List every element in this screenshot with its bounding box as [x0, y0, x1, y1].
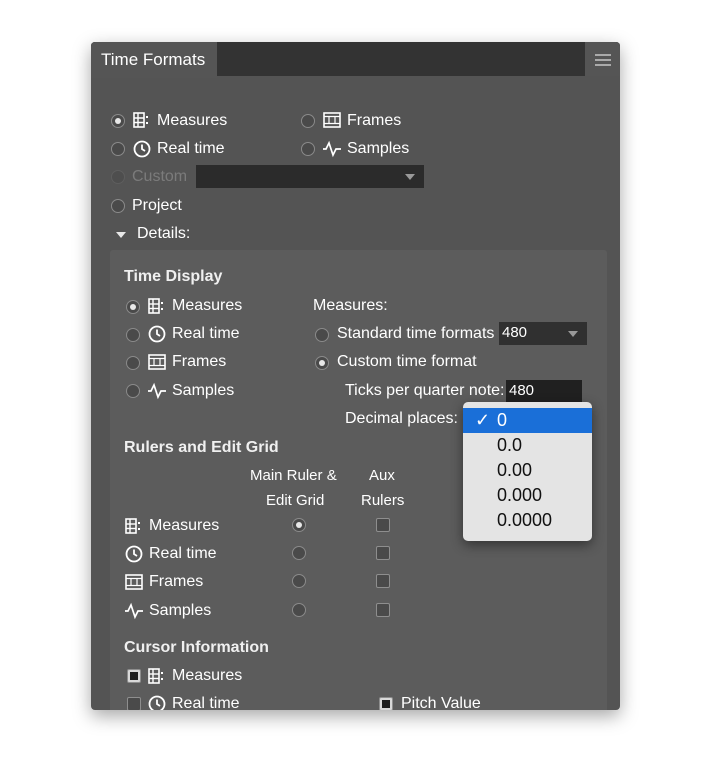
- cursor-info-heading: Cursor Information: [124, 639, 269, 656]
- td-label-frames: Frames: [172, 353, 227, 370]
- measures-icon: [125, 517, 143, 535]
- ruler-aux-realtime-checkbox[interactable]: [376, 546, 390, 560]
- measures-icon: [133, 111, 151, 129]
- ruler-main-measures-radio[interactable]: [292, 518, 306, 532]
- decimal-option-0[interactable]: ✓ 0: [463, 408, 592, 433]
- decimal-option-label: 0: [497, 410, 508, 430]
- samples-wave-icon: [147, 382, 166, 400]
- rulers-heading: Rulers and Edit Grid: [124, 439, 279, 456]
- cursor-realtime-checkbox[interactable]: [127, 697, 141, 710]
- label-frames: Frames: [347, 112, 402, 129]
- td-label-measures: Measures: [172, 297, 243, 314]
- aux-header-2: Rulers: [361, 492, 405, 509]
- label-project: Project: [132, 197, 182, 214]
- radio-project[interactable]: [111, 199, 125, 213]
- td-label-samples: Samples: [172, 382, 235, 399]
- td-radio-samples[interactable]: [126, 384, 140, 398]
- main-ruler-header-2: Edit Grid: [266, 492, 325, 509]
- td-radio-measures[interactable]: [126, 300, 140, 314]
- decimal-option-label: 0.000: [497, 485, 543, 505]
- ruler-main-realtime-radio[interactable]: [292, 546, 306, 560]
- main-ruler-header-1: Main Ruler &: [250, 467, 337, 484]
- cursor-pitch-label: Pitch Value: [401, 695, 481, 710]
- decimal-option-label: 0.0: [497, 435, 523, 455]
- checkmark-icon: ✓: [475, 410, 491, 430]
- clock-icon: [133, 140, 151, 158]
- ruler-aux-frames-checkbox[interactable]: [376, 574, 390, 588]
- decimal-option-1[interactable]: 0.0: [463, 433, 592, 458]
- decimal-places-label: Decimal places:: [345, 410, 458, 427]
- chevron-down-icon: [405, 174, 415, 180]
- time-display-heading: Time Display: [124, 268, 223, 285]
- label-measures: Measures: [157, 112, 228, 129]
- clock-icon: [148, 695, 166, 710]
- radio-realtime[interactable]: [111, 142, 125, 156]
- frames-icon: [148, 353, 166, 371]
- label-realtime: Real time: [157, 140, 225, 157]
- measures-icon: [148, 667, 166, 685]
- hamburger-menu-icon[interactable]: [595, 54, 611, 66]
- ruler-label-measures: Measures: [149, 517, 220, 534]
- custom-format-label: Custom time format: [337, 353, 477, 370]
- clock-icon: [148, 325, 166, 343]
- ruler-label-frames: Frames: [149, 573, 204, 590]
- samples-wave-icon: [124, 602, 143, 620]
- cursor-measures-label: Measures: [172, 667, 243, 684]
- measures-heading: Measures:: [313, 297, 388, 314]
- decimal-option-4[interactable]: 0.0000: [463, 508, 592, 533]
- standard-formats-value: 480: [502, 324, 528, 341]
- label-samples: Samples: [347, 140, 410, 157]
- decimal-option-label: 0.0000: [497, 510, 553, 530]
- ruler-main-samples-radio[interactable]: [292, 603, 306, 617]
- ruler-main-frames-radio[interactable]: [292, 574, 306, 588]
- frames-icon: [323, 111, 341, 129]
- standard-formats-select[interactable]: 480: [499, 322, 587, 345]
- ruler-aux-measures-checkbox[interactable]: [376, 518, 390, 532]
- chevron-down-icon: [568, 331, 578, 337]
- frames-icon: [125, 573, 143, 591]
- td-radio-realtime[interactable]: [126, 328, 140, 342]
- decimal-option-label: 0.00: [497, 460, 533, 480]
- ticks-input[interactable]: 480: [506, 380, 582, 402]
- decimal-option-3[interactable]: 0.000: [463, 483, 592, 508]
- panel-title-tab[interactable]: Time Formats: [91, 42, 217, 78]
- cursor-measures-checkbox[interactable]: [127, 669, 141, 683]
- decimal-option-2[interactable]: 0.00: [463, 458, 592, 483]
- td-label-realtime: Real time: [172, 325, 240, 342]
- decimal-places-popup: ✓ 0 0.0 0.00 0.000 0.0000: [463, 402, 592, 541]
- aux-header-1: Aux: [369, 467, 395, 484]
- cursor-realtime-label: Real time: [172, 695, 240, 710]
- ticks-label: Ticks per quarter note:: [345, 382, 505, 399]
- standard-formats-label: Standard time formats: [337, 325, 495, 342]
- radio-standard-formats[interactable]: [315, 328, 329, 342]
- details-toggle[interactable]: Details:: [137, 225, 190, 243]
- measures-icon: [148, 297, 166, 315]
- ruler-label-realtime: Real time: [149, 545, 217, 562]
- td-radio-frames[interactable]: [126, 356, 140, 370]
- clock-icon: [125, 545, 143, 563]
- disclosure-triangle-icon[interactable]: [116, 232, 126, 238]
- radio-frames[interactable]: [301, 114, 315, 128]
- time-formats-panel: Time Formats Measures Frames Real time S…: [91, 42, 620, 710]
- ruler-aux-samples-checkbox[interactable]: [376, 603, 390, 617]
- radio-samples[interactable]: [301, 142, 315, 156]
- radio-custom-format[interactable]: [315, 356, 329, 370]
- samples-wave-icon: [322, 140, 341, 158]
- custom-format-select[interactable]: [196, 165, 424, 188]
- ruler-label-samples: Samples: [149, 602, 212, 619]
- radio-custom[interactable]: [111, 170, 125, 184]
- cursor-pitch-checkbox[interactable]: [379, 697, 393, 710]
- radio-measures[interactable]: [111, 114, 125, 128]
- label-custom: Custom: [132, 168, 188, 185]
